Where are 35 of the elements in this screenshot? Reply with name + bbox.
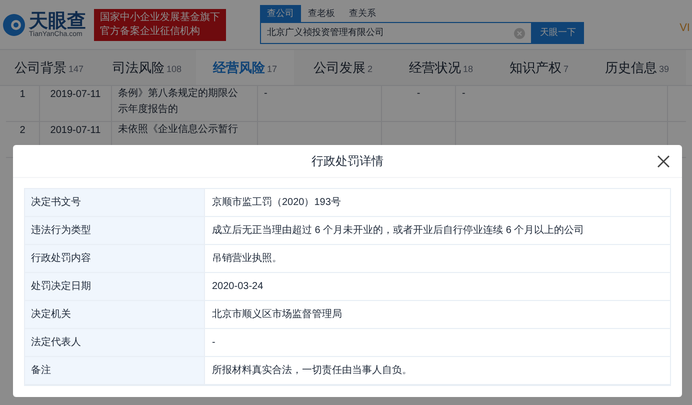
category-tab[interactable]: 公司背景 147 <box>0 50 98 85</box>
table-cell: 条例》第八条规定的期限公 示年度报告的 <box>112 86 258 121</box>
table-cell: 1 <box>6 86 40 121</box>
slogan-badge: 国家中小企业发展基金旗下 官方备案企业征信机构 <box>94 8 226 40</box>
search-field[interactable]: 北京广义祯投资管理有限公司 <box>260 22 532 44</box>
field-value: 吊销营业执照。 <box>211 252 283 266</box>
category-tab[interactable]: 经营状况 18 <box>392 50 490 85</box>
category-tab[interactable]: 知识产权 7 <box>490 50 588 85</box>
field-value: - <box>211 336 216 350</box>
field-label: 决定机关 <box>25 301 205 328</box>
logo-text: 天眼查 <box>29 12 86 30</box>
search-tab[interactable]: 查老板 <box>301 5 342 22</box>
field-label: 处罚决定日期 <box>25 273 205 300</box>
category-tab[interactable]: 公司发展 2 <box>294 50 392 85</box>
field-value: 北京市顺义区市场监督管理局 <box>211 308 343 322</box>
field-value: 所报材料真实合法，一切责任由当事人自负。 <box>211 364 413 378</box>
table-cell: 2019-07-11 <box>40 86 112 121</box>
field-value: 成立后无正当理由超过 6 个月未开业的，或者开业后自行停业连续 6 个月以上的公司 <box>211 224 586 238</box>
table-cell: - <box>258 86 382 121</box>
category-tab[interactable]: 司法风险 108 <box>98 50 196 85</box>
field-label: 违法行为类型 <box>25 217 205 244</box>
field-value: 京顺市监工罚（2020）193号 <box>211 196 342 210</box>
field-label: 法定代表人 <box>25 329 205 356</box>
search-button[interactable]: 天眼一下 <box>532 22 584 44</box>
modal-title: 行政处罚详情 <box>312 153 384 170</box>
close-icon[interactable] <box>657 155 670 168</box>
search-tab[interactable]: 查公司 <box>260 5 301 22</box>
table-cell: - <box>382 86 456 121</box>
field-label: 备注 <box>25 357 205 384</box>
field-label: 行政处罚内容 <box>25 245 205 272</box>
table-cell: - <box>456 86 668 121</box>
category-tab[interactable]: 历史信息 39 <box>588 50 686 85</box>
field-value: 2020-03-24 <box>211 280 264 294</box>
field-label: 决定书文号 <box>25 189 205 216</box>
search-tab[interactable]: 查关系 <box>342 5 383 22</box>
